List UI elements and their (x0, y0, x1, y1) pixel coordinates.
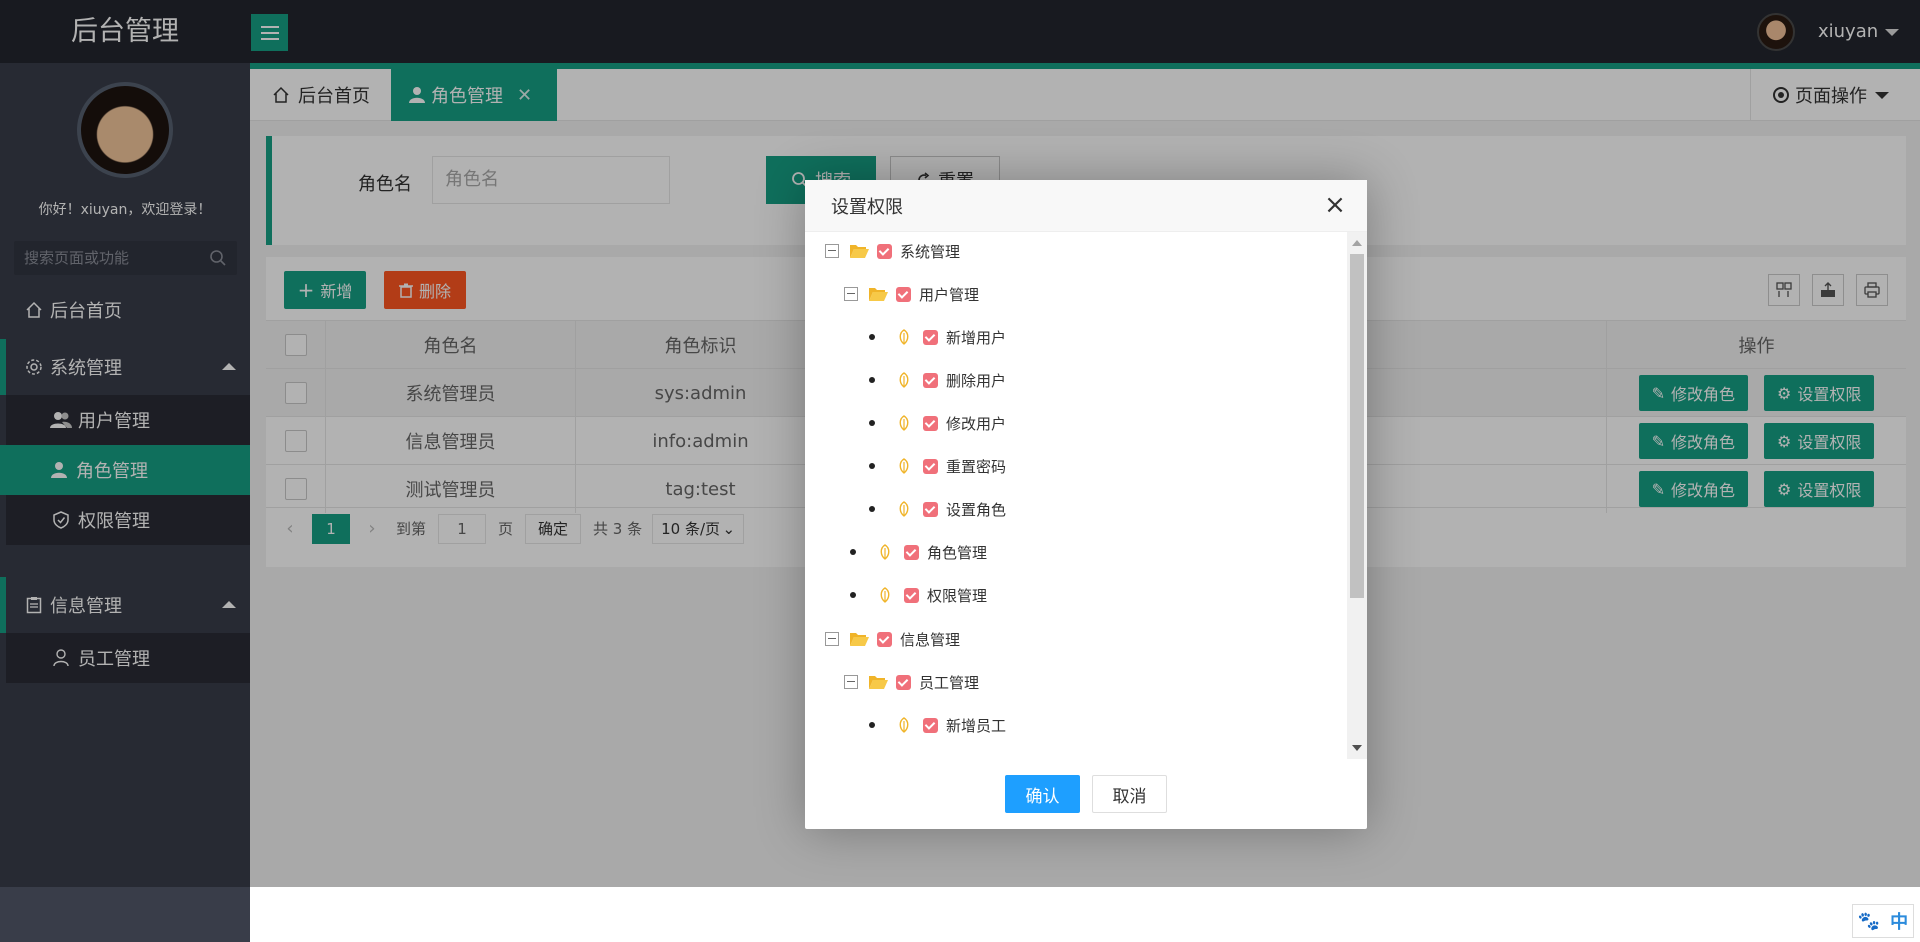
footer (250, 887, 1920, 942)
bullet-icon (850, 549, 856, 555)
leaf-icon (899, 501, 909, 517)
bullet-icon (869, 463, 875, 469)
ime-label: 中 (1890, 912, 1909, 933)
ime-indicator[interactable]: 🐾 中 (1852, 904, 1914, 938)
tree-node-label: 修改用户 (946, 414, 1007, 433)
bullet-icon (869, 506, 875, 512)
tree-node-label: 系统管理 (900, 242, 961, 261)
bullet-icon (850, 592, 856, 598)
tree-node-reset-password[interactable]: 重置密码 (869, 451, 1006, 481)
checkbox-checked[interactable] (904, 544, 919, 560)
scroll-up-icon[interactable] (1352, 240, 1362, 246)
folder-open-icon (869, 676, 888, 689)
paw-icon: 🐾 (1857, 910, 1881, 932)
tree-node-delete-user[interactable]: 删除用户 (869, 365, 1006, 395)
checkbox-checked[interactable] (923, 415, 938, 431)
tree-node-label: 信息管理 (900, 630, 961, 649)
checkbox-checked[interactable] (923, 717, 938, 733)
checkbox-checked[interactable] (877, 631, 892, 647)
tree-node-users[interactable]: 用户管理 (844, 279, 979, 309)
modal-footer: 确认 取消 (805, 759, 1367, 829)
checkbox-checked[interactable] (923, 372, 938, 388)
tree-node-label: 新增用户 (946, 328, 1007, 347)
modal-title: 设置权限 (831, 196, 903, 218)
bullet-icon (869, 722, 875, 728)
leaf-icon (899, 415, 909, 431)
collapse-icon[interactable] (825, 632, 839, 646)
collapse-icon[interactable] (844, 675, 858, 689)
tree-node-label: 角色管理 (927, 543, 988, 562)
leaf-icon (899, 458, 909, 474)
tree-node-add-user[interactable]: 新增用户 (869, 322, 1006, 352)
bullet-icon (869, 377, 875, 383)
tree-node-edit-user[interactable]: 修改用户 (869, 408, 1006, 438)
leaf-icon (880, 544, 890, 560)
collapse-icon[interactable] (825, 244, 839, 258)
tree-node-label: 权限管理 (927, 586, 988, 605)
tree-node-label: 员工管理 (919, 673, 980, 692)
folder-open-icon (850, 245, 869, 258)
checkbox-checked[interactable] (877, 243, 892, 259)
cancel-button[interactable]: 取消 (1092, 775, 1167, 813)
folder-open-icon (869, 288, 888, 301)
tree-node-add-employee[interactable]: 新增员工 (869, 710, 1006, 740)
scroll-thumb[interactable] (1350, 254, 1364, 598)
tree-node-employees[interactable]: 员工管理 (844, 667, 979, 697)
collapse-icon[interactable] (844, 287, 858, 301)
leaf-icon (899, 372, 909, 388)
checkbox-checked[interactable] (923, 458, 938, 474)
tree-scrollbar[interactable] (1347, 232, 1367, 759)
modal-header: 设置权限 × (805, 180, 1367, 232)
close-icon[interactable]: × (1323, 192, 1347, 218)
tree-node-label: 删除用户 (946, 371, 1007, 390)
tree-node-set-role[interactable]: 设置角色 (869, 494, 1006, 524)
checkbox-checked[interactable] (896, 674, 911, 690)
bullet-icon (869, 420, 875, 426)
checkbox-checked[interactable] (923, 501, 938, 517)
tree-node-info[interactable]: 信息管理 (825, 624, 960, 654)
permission-modal: 设置权限 × 系统管理 用户管理 新增用户 删除用户 修改用户 重置密码 设置角… (805, 180, 1367, 829)
checkbox-checked[interactable] (896, 286, 911, 302)
leaf-icon (899, 717, 909, 733)
tree-node-label: 新增员工 (946, 716, 1007, 735)
tree-node-system[interactable]: 系统管理 (825, 236, 960, 266)
leaf-icon (899, 329, 909, 345)
tree-node-label: 重置密码 (946, 457, 1007, 476)
tree-node-label: 设置角色 (946, 500, 1007, 519)
tree-node-permissions[interactable]: 权限管理 (850, 580, 987, 610)
leaf-icon (880, 587, 890, 603)
permission-tree: 系统管理 用户管理 新增用户 删除用户 修改用户 重置密码 设置角色 角色管理 … (805, 232, 1345, 759)
checkbox-checked[interactable] (923, 329, 938, 345)
bullet-icon (869, 334, 875, 340)
tree-node-label: 用户管理 (919, 285, 980, 304)
tree-node-roles[interactable]: 角色管理 (850, 537, 987, 567)
confirm-button[interactable]: 确认 (1005, 775, 1080, 813)
checkbox-checked[interactable] (904, 587, 919, 603)
folder-open-icon (850, 633, 869, 646)
scroll-down-icon[interactable] (1352, 745, 1362, 751)
